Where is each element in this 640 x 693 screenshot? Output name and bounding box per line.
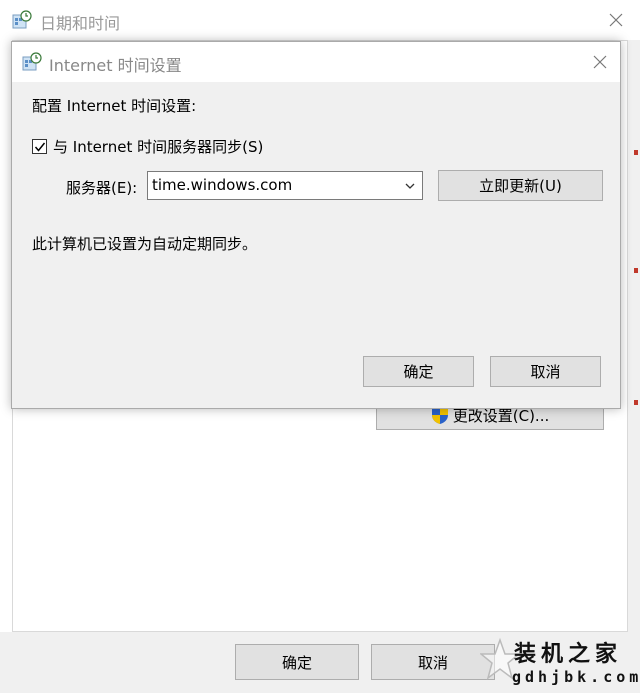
date-time-titlebar: 日期和时间 (0, 0, 640, 40)
close-icon (609, 13, 623, 27)
sync-checkbox-label: 与 Internet 时间服务器同步(S) (53, 138, 264, 156)
internet-time-dialog-title: Internet 时间设置 (49, 56, 182, 75)
watermark: 装机之家 gdhjbk.com (480, 636, 638, 692)
date-time-ok-button[interactable]: 确定 (235, 644, 359, 680)
datetime-app-icon (12, 10, 32, 29)
date-time-window-title: 日期和时间 (40, 14, 121, 33)
internet-time-cancel-label: 取消 (530, 363, 561, 381)
update-now-label: 立即更新(U) (479, 177, 562, 195)
date-time-cancel-label: 取消 (417, 653, 448, 672)
configure-heading: 配置 Internet 时间设置: (32, 97, 197, 115)
server-combobox[interactable]: time.windows.com (147, 171, 423, 200)
sync-checkbox-row[interactable]: 与 Internet 时间服务器同步(S) (32, 136, 263, 157)
internet-time-dialog: Internet 时间设置 配置 Internet 时间设置: 与 Intern… (11, 41, 621, 409)
date-time-cancel-button[interactable]: 取消 (371, 644, 495, 680)
watermark-domain: gdhjbk.com (512, 668, 640, 686)
datetime-app-icon (22, 52, 42, 71)
internet-time-ok-label: 确定 (403, 363, 434, 381)
internet-time-ok-button[interactable]: 确定 (363, 356, 474, 387)
server-label: 服务器(E): (66, 179, 138, 197)
watermark-title: 装机之家 (514, 641, 623, 667)
date-time-close-button[interactable] (604, 8, 628, 32)
edge-marker (634, 268, 638, 273)
edge-marker (634, 400, 638, 405)
sync-status-text: 此计算机已设置为自动定期同步。 (32, 235, 258, 253)
window-right-edge (628, 40, 640, 640)
check-icon (34, 142, 45, 152)
server-value: time.windows.com (152, 176, 293, 194)
chevron-down-icon[interactable] (404, 180, 416, 192)
update-now-button[interactable]: 立即更新(U) (438, 170, 603, 201)
close-icon (593, 55, 607, 69)
sync-checkbox[interactable] (32, 139, 47, 154)
internet-time-cancel-button[interactable]: 取消 (490, 356, 601, 387)
internet-time-close-button[interactable] (588, 50, 612, 74)
internet-time-titlebar: Internet 时间设置 (12, 42, 620, 82)
date-time-ok-label: 确定 (281, 653, 312, 672)
edge-marker (634, 150, 638, 155)
